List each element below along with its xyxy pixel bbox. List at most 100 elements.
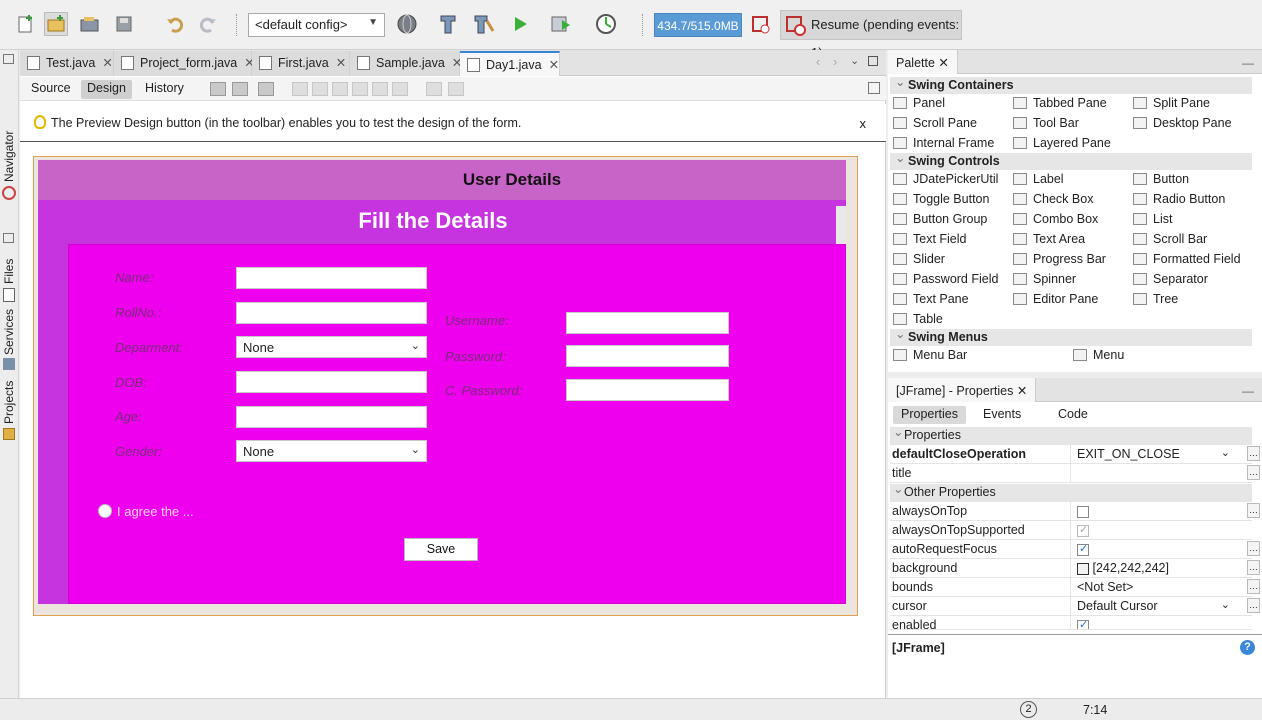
palette-item[interactable]: Progress Bar	[1013, 252, 1106, 266]
properties-group[interactable]: Properties	[890, 424, 1252, 445]
checkbox[interactable]	[1077, 618, 1089, 629]
palette-item[interactable]: Formatted Field	[1133, 252, 1241, 266]
config-select[interactable]: <default config> ▼	[248, 13, 385, 37]
palette-category[interactable]: Swing Menus	[890, 326, 1252, 346]
chevron-down-icon[interactable]: ⌄	[1221, 446, 1230, 459]
files-tab[interactable]: Files	[2, 259, 16, 284]
connection-mode-icon[interactable]	[232, 82, 248, 96]
tab-design[interactable]: Design	[81, 80, 132, 99]
tab-project-form-java[interactable]: Project_form.java ✕	[114, 51, 255, 76]
chevron-left-icon[interactable]: ‹	[816, 55, 820, 69]
align-center-icon[interactable]	[332, 82, 348, 96]
resize-horizontal-icon[interactable]	[426, 82, 442, 96]
tab-sample-java[interactable]: Sample.java ✕	[350, 51, 462, 76]
tab-properties[interactable]: Properties	[893, 406, 966, 424]
tab-properties-window[interactable]: [JFrame] - Properties ✕	[888, 378, 1037, 402]
department-select[interactable]: None ⌄	[236, 336, 427, 358]
property-row[interactable]: cursor Default Cursor ⌄…	[890, 597, 1260, 616]
navigator-tab[interactable]: Navigator	[2, 131, 16, 182]
palette-item[interactable]: Menu	[1073, 348, 1124, 362]
tab-history[interactable]: History	[139, 80, 190, 99]
other-properties-group[interactable]: Other Properties	[890, 481, 1252, 502]
tab-test-java[interactable]: Test.java ✕	[20, 51, 114, 76]
palette-item[interactable]: Slider	[893, 252, 945, 266]
rollno-field[interactable]	[236, 302, 427, 324]
chevron-down-icon[interactable]: ⌄	[1221, 598, 1230, 611]
checkbox[interactable]	[1077, 505, 1089, 518]
profile-icon[interactable]	[594, 12, 618, 36]
palette-item[interactable]: List	[1133, 212, 1172, 226]
palette-category[interactable]: Swing Containers	[890, 74, 1252, 94]
align-left-icon[interactable]	[292, 82, 308, 96]
palette-item[interactable]: Layered Pane	[1013, 136, 1111, 150]
align-top-icon[interactable]	[352, 82, 368, 96]
palette-item[interactable]: Radio Button	[1133, 192, 1225, 206]
maximize-icon[interactable]	[868, 56, 878, 66]
resize-vertical-icon[interactable]	[448, 82, 464, 96]
ellipsis-button[interactable]: …	[1247, 503, 1260, 518]
palette-item[interactable]: Button Group	[893, 212, 987, 226]
close-icon[interactable]: ✕	[1017, 384, 1027, 398]
ellipsis-button[interactable]: …	[1247, 541, 1260, 556]
ellipsis-button[interactable]: …	[1247, 598, 1260, 613]
new-project-icon[interactable]	[44, 12, 68, 36]
tab-source[interactable]: Source	[25, 80, 77, 99]
property-row[interactable]: bounds <Not Set>…	[890, 578, 1260, 597]
preview-design-icon[interactable]	[258, 82, 274, 96]
name-field[interactable]	[236, 267, 427, 289]
close-icon[interactable]: ✕	[938, 56, 948, 70]
ellipsis-button[interactable]: …	[1247, 465, 1260, 480]
help-icon[interactable]: ?	[1240, 640, 1255, 655]
close-icon[interactable]: ✕	[102, 56, 112, 70]
grid-icon[interactable]	[868, 82, 880, 94]
palette-item[interactable]: Tree	[1133, 292, 1178, 306]
close-icon[interactable]: ✕	[336, 56, 346, 70]
password-field[interactable]	[566, 345, 729, 367]
restore-icon[interactable]	[3, 233, 14, 243]
property-row[interactable]: defaultCloseOperation EXIT_ON_CLOSE ⌄…	[890, 445, 1260, 464]
chevron-down-icon[interactable]: ⌄	[850, 54, 859, 67]
ellipsis-button[interactable]: …	[1247, 560, 1260, 575]
gc-icon[interactable]	[748, 12, 772, 36]
palette-item[interactable]: Internal Frame	[893, 136, 994, 150]
ellipsis-button[interactable]: …	[1247, 446, 1260, 461]
palette-item[interactable]: Panel	[893, 96, 945, 110]
property-row[interactable]: title…	[890, 464, 1260, 483]
palette-item[interactable]: Check Box	[1013, 192, 1093, 206]
dob-field[interactable]	[236, 371, 427, 393]
selection-mode-icon[interactable]	[210, 82, 226, 96]
notifications-badge[interactable]: 2	[1020, 701, 1037, 718]
tab-code[interactable]: Code	[1050, 406, 1096, 424]
palette-item[interactable]: Tabbed Pane	[1013, 96, 1107, 110]
chevron-right-icon[interactable]: ›	[833, 55, 837, 69]
undo-icon[interactable]	[163, 12, 187, 36]
inner-panel[interactable]: Name: RollNo.: Deparment: None ⌄ DOB: Age…	[68, 244, 846, 604]
palette-item[interactable]: Text Field	[893, 232, 967, 246]
gender-select[interactable]: None ⌄	[236, 440, 427, 462]
minimize-icon[interactable]: —	[1242, 384, 1254, 398]
palette-item[interactable]: Editor Pane	[1013, 292, 1098, 306]
tab-palette[interactable]: Palette ✕	[888, 50, 958, 74]
palette-item[interactable]: Separator	[1133, 272, 1208, 286]
confirm-password-field[interactable]	[566, 379, 729, 401]
palette-item[interactable]: Label	[1013, 172, 1064, 186]
ellipsis-button[interactable]: …	[1247, 579, 1260, 594]
property-row[interactable]: alwaysOnTop…	[890, 502, 1260, 521]
agree-radio[interactable]	[98, 504, 112, 518]
tab-day1-java[interactable]: Day1.java ✕	[460, 51, 560, 76]
memory-indicator[interactable]: 434.7/515.0MB	[654, 13, 742, 37]
checkbox[interactable]	[1077, 542, 1089, 556]
resume-button[interactable]: Resume (pending events: 1)	[780, 10, 962, 60]
property-row[interactable]: enabled	[890, 616, 1252, 630]
jframe-preview[interactable]: User Details Fill the Details Name: Roll…	[33, 156, 858, 616]
open-project-icon[interactable]	[78, 12, 102, 36]
globe-icon[interactable]	[395, 12, 419, 36]
palette-item[interactable]: Text Pane	[893, 292, 969, 306]
palette-category[interactable]: Swing Controls	[890, 150, 1252, 170]
palette-item[interactable]: Password Field	[893, 272, 998, 286]
palette-item[interactable]: JDatePickerUtil	[893, 172, 998, 186]
run-icon[interactable]	[508, 12, 532, 36]
palette-item[interactable]: Desktop Pane	[1133, 116, 1232, 130]
services-tab[interactable]: Services	[2, 309, 16, 355]
palette-item[interactable]: Spinner	[1013, 272, 1076, 286]
